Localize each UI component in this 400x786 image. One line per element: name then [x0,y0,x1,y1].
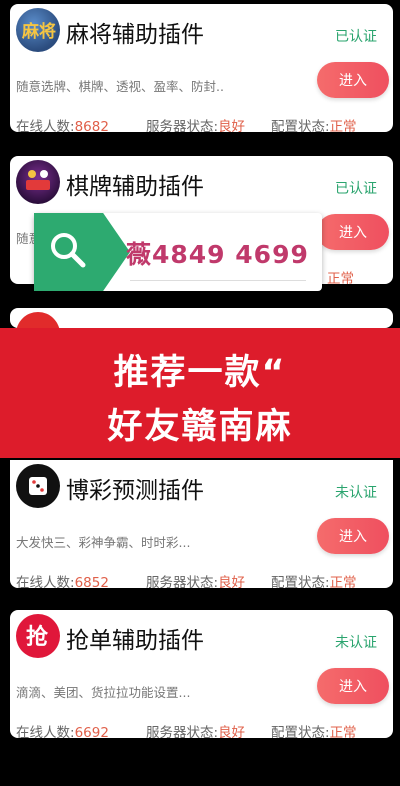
contact-number: 薇4849 4699 [126,240,309,269]
verify-status: 未认证 [335,485,377,501]
svg-text:麻将: 麻将 [21,21,56,42]
enter-button[interactable]: 进入 [317,214,389,250]
grab-order-icon: 抢 [16,614,60,658]
contact-overlay[interactable]: 薇4849 4699 [34,213,322,291]
enter-button[interactable]: 进入 [317,668,389,704]
plugin-card[interactable]: 博彩预测插件 未认证 大发快三、彩神争霸、时时彩... 进入 在线人数:6852… [10,460,393,588]
promo-banner: 推荐一款“ 好友赣南麻 [0,328,400,458]
config-status: 配置状态:正常 [271,725,357,738]
plugin-description: 大发快三、彩神争霸、时时彩... [16,535,191,550]
config-status: 配置状态:正常 [271,575,357,588]
red-envelope-icon [16,312,60,328]
plugin-card[interactable] [10,308,393,328]
server-status: 服务器状态:良好 [146,575,246,588]
plugin-title: 棋牌辅助插件 [66,174,204,200]
online-count: 在线人数:6852 [16,575,109,588]
verify-status: 未认证 [335,635,377,651]
server-status: 服务器状态:良好 [146,725,246,738]
svg-text:抢: 抢 [26,624,49,650]
server-status: 服务器状态:良好 [146,119,246,132]
divider [130,280,306,281]
mahjong-icon: 麻将 [16,8,60,52]
online-count: 在线人数:8682 [16,119,109,132]
plugin-description: 滴滴、美团、货拉拉功能设置... [16,685,191,700]
plugin-card[interactable]: 麻将 麻将辅助插件 已认证 随意选牌、棋牌、透视、盈率、防封.. 进入 在线人数… [10,4,393,132]
config-status: 配置状态:正常 [271,119,357,132]
banner-line-1: 推荐一款“ [113,353,287,393]
plugin-title: 麻将辅助插件 [66,22,204,48]
enter-button[interactable]: 进入 [317,518,389,554]
plugin-card[interactable]: 抢 抢单辅助插件 未认证 滴滴、美团、货拉拉功能设置... 进入 在线人数:66… [10,610,393,738]
chess-cards-icon [16,160,60,204]
verify-status: 已认证 [335,181,377,197]
plugin-title: 博彩预测插件 [66,478,204,504]
search-icon [34,213,130,291]
online-count: 在线人数:6692 [16,725,109,738]
verify-status: 已认证 [335,29,377,45]
plugin-title: 抢单辅助插件 [66,628,204,654]
dice-icon [16,464,60,508]
plugin-description: 随意选牌、棋牌、透视、盈率、防封.. [16,79,224,94]
banner-line-2: 好友赣南麻 [107,407,293,447]
enter-button[interactable]: 进入 [317,62,389,98]
